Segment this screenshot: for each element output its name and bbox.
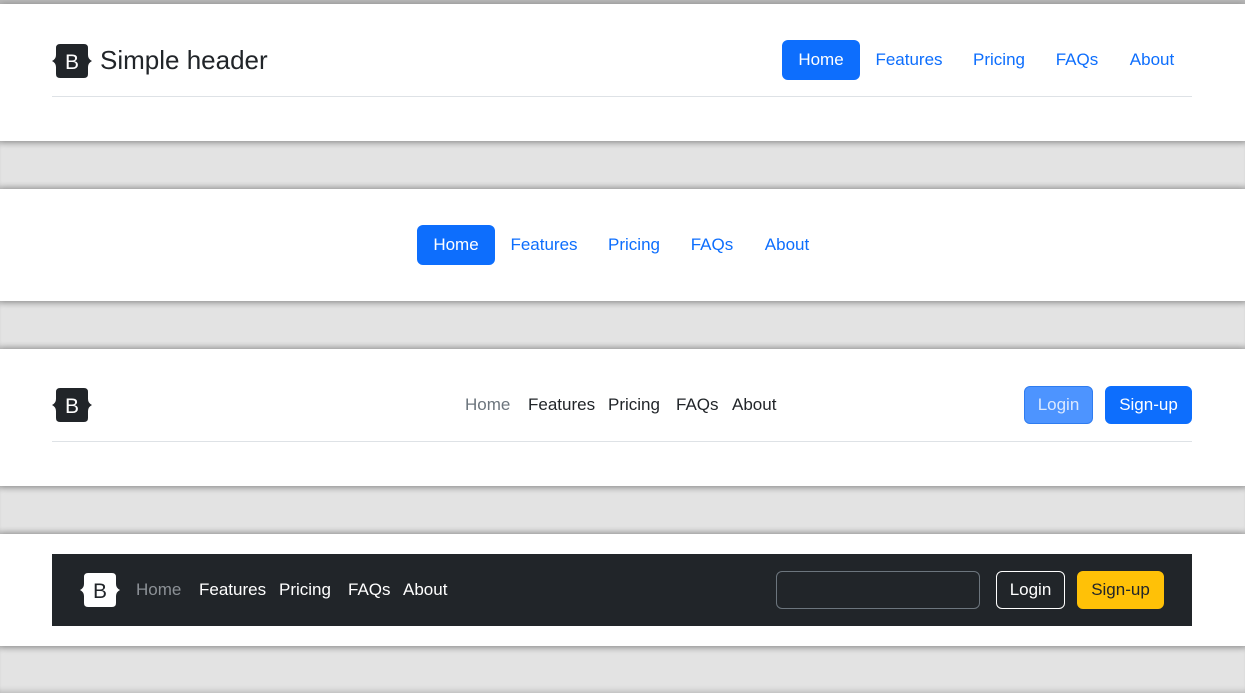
signup-button[interactable]: Sign-up: [1077, 571, 1164, 609]
svg-text:B: B: [65, 395, 79, 418]
svg-text:B: B: [93, 580, 107, 603]
nav-pricing[interactable]: Pricing: [595, 225, 673, 265]
svg-text:B: B: [65, 51, 79, 74]
header-bottom-border: [52, 441, 1192, 442]
dark-navbar: B Home Features Pricing FAQs About Login…: [52, 554, 1192, 626]
nav-about[interactable]: About: [732, 393, 776, 417]
bootstrap-logo-icon[interactable]: B: [52, 44, 92, 78]
login-button[interactable]: Login: [996, 571, 1065, 609]
brand-title[interactable]: Simple header: [100, 45, 268, 75]
header-with-buttons: B Home Features Pricing FAQs About Login…: [0, 349, 1245, 486]
search-input[interactable]: [776, 571, 980, 609]
nav-home[interactable]: Home: [465, 393, 510, 417]
nav-features[interactable]: Features: [499, 225, 589, 265]
login-button[interactable]: Login: [1024, 386, 1093, 424]
nav-faqs[interactable]: FAQs: [1044, 40, 1110, 80]
bootstrap-logo-icon[interactable]: B: [80, 573, 120, 607]
header-dark-with-search: B Home Features Pricing FAQs About Login…: [0, 534, 1245, 646]
nav-features[interactable]: Features: [864, 40, 954, 80]
nav-pricing[interactable]: Pricing: [960, 40, 1038, 80]
nav-home[interactable]: Home: [136, 578, 181, 602]
nav-about[interactable]: About: [1116, 40, 1188, 80]
section-divider: [0, 141, 1245, 189]
nav-pricing[interactable]: Pricing: [279, 578, 331, 602]
nav-about[interactable]: About: [403, 578, 447, 602]
nav-faqs[interactable]: FAQs: [679, 225, 745, 265]
header-centered-pills: Home Features Pricing FAQs About: [0, 189, 1245, 301]
nav-about[interactable]: About: [751, 225, 823, 265]
nav-features[interactable]: Features: [528, 393, 595, 417]
header-bottom-border: [52, 96, 1192, 97]
nav-features[interactable]: Features: [199, 578, 266, 602]
signup-button[interactable]: Sign-up: [1105, 386, 1192, 424]
nav-home[interactable]: Home: [417, 225, 495, 265]
nav-home[interactable]: Home: [782, 40, 860, 80]
section-divider: [0, 486, 1245, 534]
header-simple: B Simple header Home Features Pricing FA…: [0, 4, 1245, 141]
bootstrap-logo-icon[interactable]: B: [52, 388, 92, 422]
nav-pricing[interactable]: Pricing: [608, 393, 660, 417]
section-divider: [0, 301, 1245, 349]
nav-faqs[interactable]: FAQs: [348, 578, 391, 602]
nav-faqs[interactable]: FAQs: [676, 393, 719, 417]
section-divider: [0, 646, 1245, 693]
